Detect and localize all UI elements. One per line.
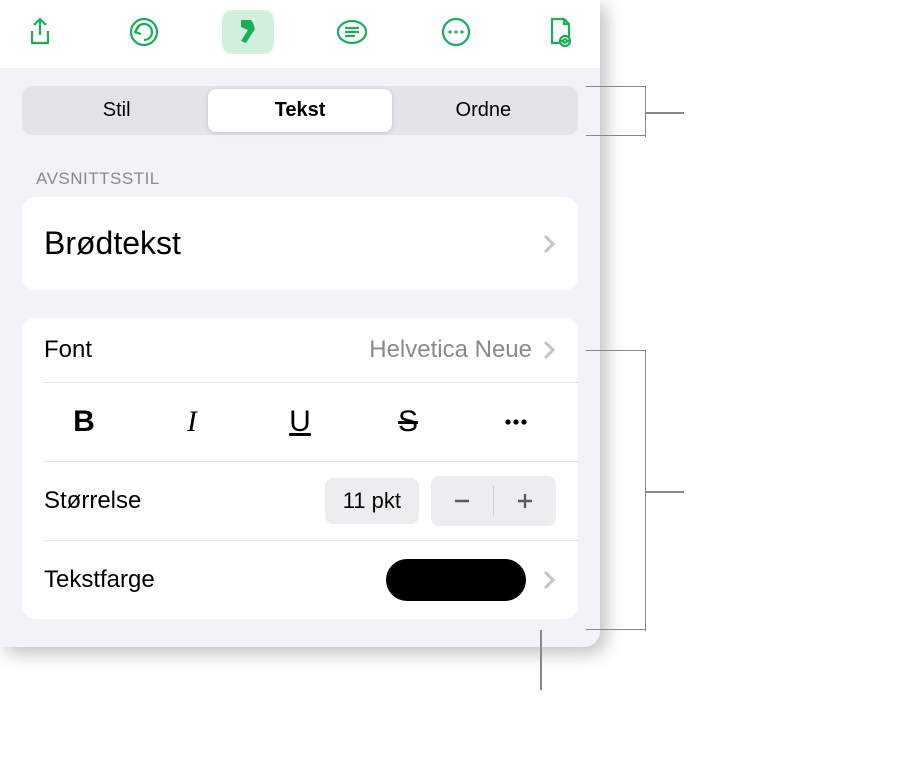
font-label: Font xyxy=(44,336,369,364)
text-color-label: Tekstfarge xyxy=(44,566,386,594)
size-row: Størrelse 11 pkt xyxy=(22,462,578,540)
tab-tekst[interactable]: Tekst xyxy=(208,89,391,132)
more-styles-button[interactable] xyxy=(476,397,556,447)
paragraph-style-row[interactable]: Brødtekst xyxy=(22,197,578,290)
tab-stil[interactable]: Stil xyxy=(25,89,208,132)
size-decrease-button[interactable] xyxy=(431,476,493,526)
insert-button[interactable] xyxy=(326,10,378,54)
more-button[interactable] xyxy=(430,10,482,54)
strikethrough-button[interactable]: S xyxy=(368,397,448,447)
callout-line xyxy=(586,86,646,136)
format-panel: Stil Tekst Ordne AVSNITTSSTIL Brødtekst … xyxy=(0,0,600,647)
size-stepper xyxy=(431,476,556,526)
font-row[interactable]: Font Helvetica Neue xyxy=(22,318,578,382)
size-value[interactable]: 11 pkt xyxy=(325,478,419,524)
font-value: Helvetica Neue xyxy=(369,336,532,364)
tab-ordne[interactable]: Ordne xyxy=(392,89,575,132)
size-label: Størrelse xyxy=(44,487,313,515)
document-view-button[interactable] xyxy=(534,10,586,54)
font-style-row: B I U S xyxy=(22,383,578,461)
underline-button[interactable]: U xyxy=(260,397,340,447)
bold-button[interactable]: B xyxy=(44,397,124,447)
callout-line xyxy=(586,350,646,630)
share-button[interactable] xyxy=(14,10,66,54)
top-toolbar xyxy=(0,0,600,68)
undo-button[interactable] xyxy=(118,10,170,54)
font-card: Font Helvetica Neue B I U S Størrelse 11… xyxy=(22,318,578,619)
text-color-swatch[interactable] xyxy=(386,559,526,601)
paragraph-style-value: Brødtekst xyxy=(44,225,542,262)
italic-button[interactable]: I xyxy=(152,397,232,447)
format-button[interactable] xyxy=(222,10,274,54)
chevron-right-icon xyxy=(542,233,556,255)
size-increase-button[interactable] xyxy=(494,476,556,526)
format-content: Stil Tekst Ordne AVSNITTSSTIL Brødtekst … xyxy=(0,68,600,647)
paragraph-style-card: Brødtekst xyxy=(22,197,578,290)
text-color-row[interactable]: Tekstfarge xyxy=(22,541,578,619)
chevron-right-icon xyxy=(542,569,556,591)
chevron-right-icon xyxy=(542,339,556,361)
format-tabs: Stil Tekst Ordne xyxy=(22,86,578,135)
